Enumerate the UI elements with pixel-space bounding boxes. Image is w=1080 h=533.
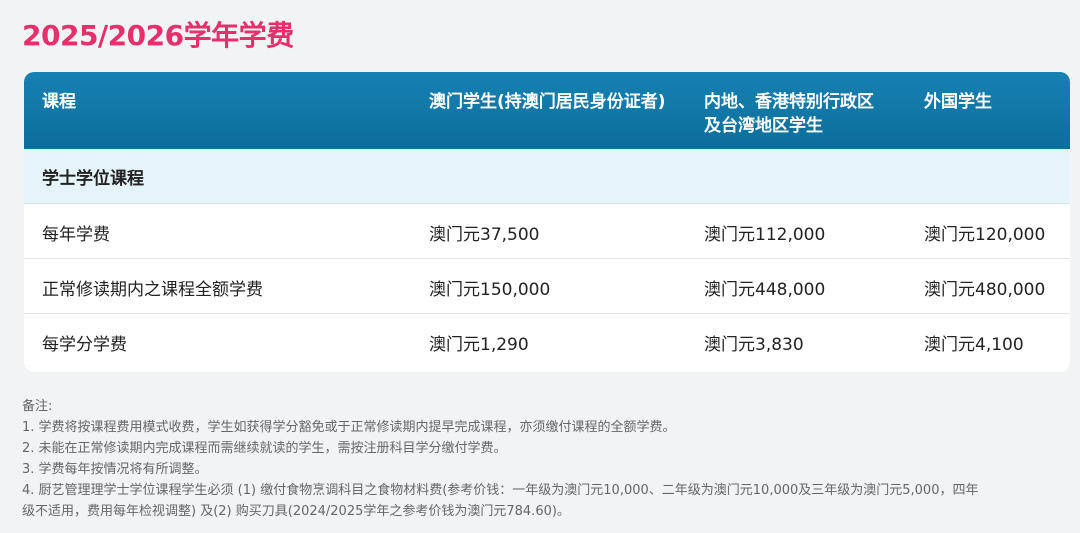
note-item: 1. 学费将按课程费用模式收费，学生如获得学分豁免或于正常修读期内提早完成课程，… — [22, 420, 676, 435]
notes-title: 备注: — [22, 399, 53, 414]
row-label: 每学分学费 — [42, 335, 127, 355]
note-item: 4. 厨艺管理理学士学位课程学生必须 (1) 缴付食物烹调科目之食物材料费(参考… — [22, 483, 979, 498]
note-item: 3. 学费每年按情况将有所调整。 — [22, 462, 208, 477]
note-item: 2. 未能在正常修读期内完成课程而需继续就读的学生，需按注册科目学分缴付学费。 — [22, 441, 507, 456]
fee-mainland: 澳门元112,000 — [704, 225, 826, 245]
row-label: 每年学费 — [42, 225, 110, 245]
fee-foreign: 澳门元4,100 — [924, 335, 1024, 355]
header-mainland-line1: 内地、香港特别行政区 — [704, 92, 874, 112]
notes: 备注: 1. 学费将按课程费用模式收费，学生如获得学分豁免或于正常修读期内提早完… — [22, 396, 1072, 522]
fee-macau: 澳门元1,290 — [429, 335, 529, 355]
table-row: 每学分学费 澳门元1,290 澳门元3,830 澳门元4,100 — [24, 314, 1070, 368]
fee-macau: 澳门元150,000 — [429, 280, 551, 300]
header-macau-students: 澳门学生(持澳门居民身份证者) — [429, 92, 666, 112]
row-label: 正常修读期内之课程全额学费 — [42, 280, 263, 300]
table-header: 课程 澳门学生(持澳门居民身份证者) 内地、香港特别行政区 及台湾地区学生 外国… — [24, 72, 1070, 149]
table-row: 每年学费 澳门元37,500 澳门元112,000 澳门元120,000 — [24, 204, 1070, 259]
fee-foreign: 澳门元480,000 — [924, 280, 1046, 300]
fee-macau: 澳门元37,500 — [429, 225, 540, 245]
note-item: 级不适用，费用每年检视调整) 及(2) 购买刀具(2024/2025学年之参考价… — [22, 504, 570, 519]
section-label: 学士学位课程 — [42, 169, 144, 189]
header-course: 课程 — [42, 92, 76, 112]
header-foreign-students: 外国学生 — [924, 92, 992, 112]
header-mainland-hk-tw-students: 内地、香港特别行政区 及台湾地区学生 — [704, 90, 874, 138]
fee-table: 课程 澳门学生(持澳门居民身份证者) 内地、香港特别行政区 及台湾地区学生 外国… — [24, 72, 1070, 372]
fee-mainland: 澳门元3,830 — [704, 335, 804, 355]
fee-foreign: 澳门元120,000 — [924, 225, 1046, 245]
table-row: 正常修读期内之课程全额学费 澳门元150,000 澳门元448,000 澳门元4… — [24, 259, 1070, 314]
page-title: 2025/2026学年学费 — [22, 19, 294, 52]
fee-mainland: 澳门元448,000 — [704, 280, 826, 300]
header-mainland-line2: 及台湾地区学生 — [704, 116, 823, 136]
section-row: 学士学位课程 — [24, 149, 1070, 204]
